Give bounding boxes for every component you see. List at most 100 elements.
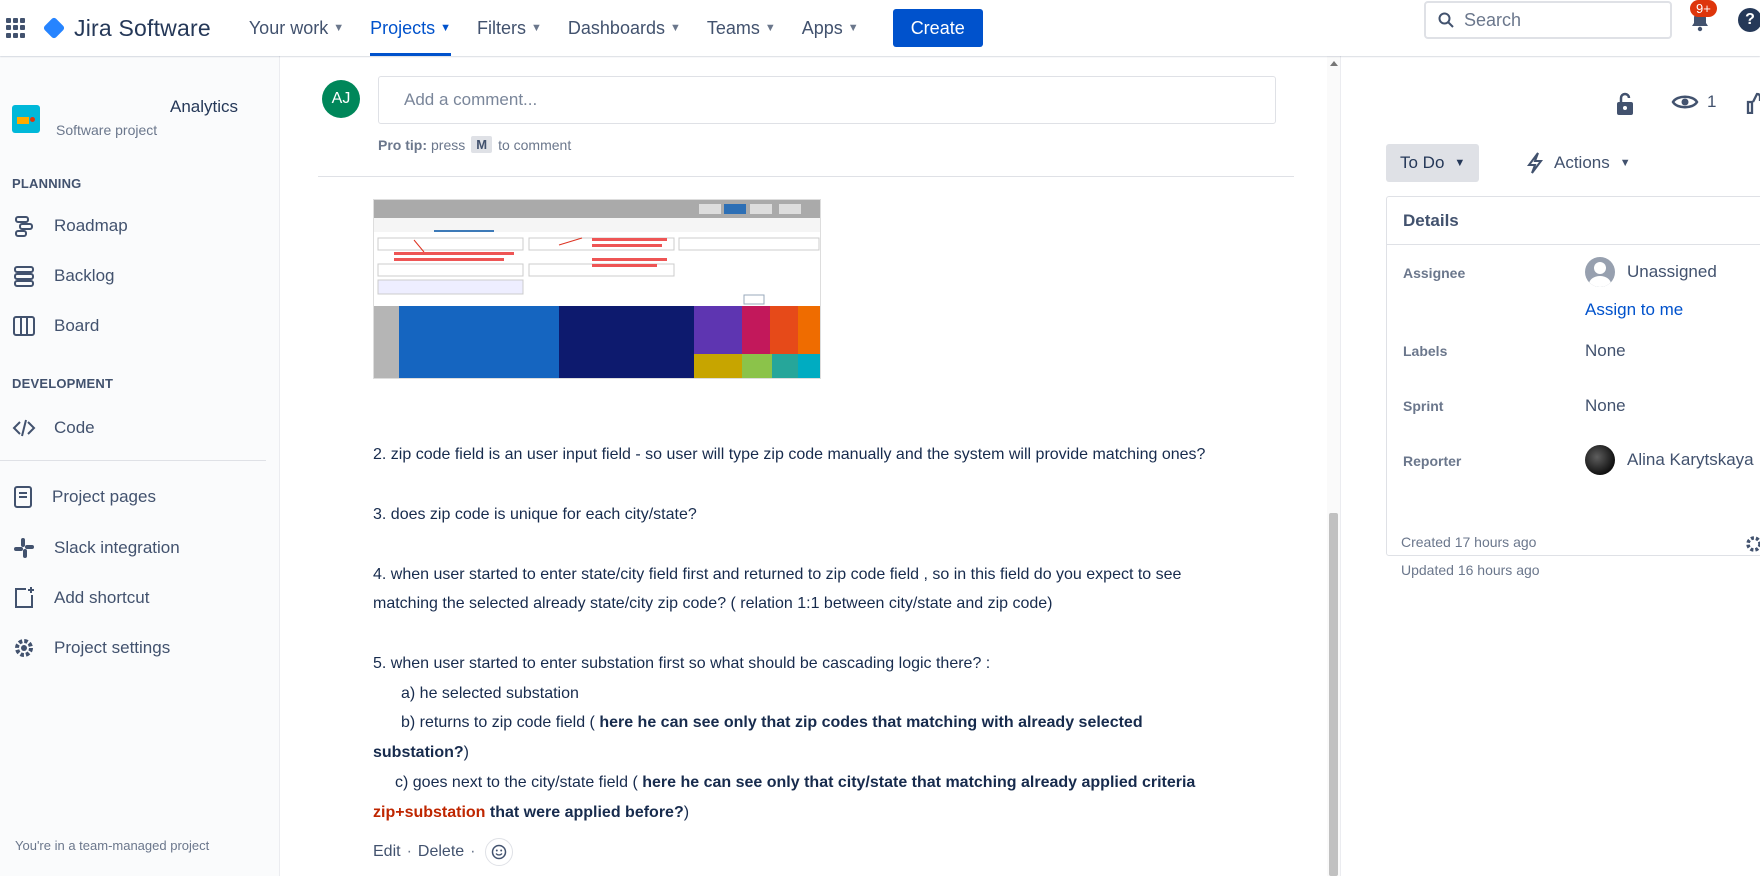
nav-dashboards[interactable]: Dashboards ▼: [558, 0, 691, 56]
sidebar-item-label: Add shortcut: [54, 588, 150, 607]
attached-screenshot-image[interactable]: [373, 199, 821, 379]
reporter-label: Reporter: [1403, 453, 1462, 469]
nav-teams[interactable]: Teams ▼: [697, 0, 786, 56]
sidebar-item-project-settings[interactable]: Project settings: [12, 636, 170, 660]
chevron-down-icon: ▼: [1454, 157, 1466, 169]
nav-apps[interactable]: Apps ▼: [792, 0, 869, 56]
chevron-down-icon: ▼: [531, 22, 542, 34]
create-button[interactable]: Create: [892, 9, 983, 47]
sprint-label: Sprint: [1403, 398, 1444, 414]
nav-filters[interactable]: Filters ▼: [467, 0, 552, 56]
labels-field[interactable]: None: [1585, 341, 1626, 361]
sprint-field[interactable]: None: [1585, 396, 1626, 416]
unassigned-avatar-icon: [1585, 257, 1615, 287]
edit-comment-link[interactable]: Edit: [373, 843, 401, 861]
assignee-label: Assignee: [1403, 265, 1466, 281]
backlog-icon: [14, 266, 34, 287]
nav-projects[interactable]: Projects ▼: [360, 0, 461, 56]
development-heading: DEVELOPMENT: [12, 376, 114, 391]
comment-actions: Edit · Delete ·: [373, 838, 514, 866]
details-section: Details Assignee Unassigned Assign to me…: [1386, 196, 1760, 556]
board-icon: [13, 316, 35, 336]
search-input[interactable]: [1464, 9, 1654, 31]
sidebar-item-code[interactable]: Code: [12, 416, 95, 440]
configure-gear-icon[interactable]: [1744, 534, 1760, 554]
sidebar-item-slack[interactable]: Slack integration: [12, 536, 180, 560]
jira-logo[interactable]: Jira Software: [42, 14, 211, 42]
actions-dropdown[interactable]: Actions ▼: [1526, 144, 1631, 182]
issue-details-panel: 1 To Do ▼ Actions ▼ Details Assignee Unass…: [1340, 56, 1760, 876]
shortcut-key: M: [471, 136, 493, 153]
sidebar-item-label: Roadmap: [54, 216, 128, 235]
reporter-avatar: [1585, 445, 1615, 475]
status-dropdown[interactable]: To Do ▼: [1386, 144, 1480, 182]
main-scrollbar[interactable]: [1327, 56, 1340, 876]
scroll-up-arrow-icon[interactable]: [1330, 61, 1338, 66]
sidebar-item-backlog[interactable]: Backlog: [12, 264, 114, 288]
search-icon: [1438, 12, 1454, 28]
slack-icon: [14, 538, 34, 558]
screenshot-thumbnail: [374, 200, 820, 378]
updated-timestamp: Updated 16 hours ago: [1401, 562, 1540, 578]
question-5b-line-1: b) returns to zip code field ( here he c…: [401, 714, 1143, 731]
search-box[interactable]: [1424, 1, 1672, 39]
page-icon: [14, 486, 32, 508]
gear-icon: [15, 639, 33, 657]
sidebar-item-label: Slack integration: [54, 538, 180, 557]
reporter-field[interactable]: Alina Karytskaya: [1585, 445, 1754, 475]
question-5b-line-2: substation?): [373, 744, 469, 761]
sidebar-divider: [0, 460, 266, 461]
question-3: 3. does zip code is unique for each city…: [373, 506, 697, 523]
labels-label: Labels: [1403, 343, 1448, 359]
smiley-icon: [492, 844, 507, 860]
planning-heading: PLANNING: [12, 176, 82, 191]
chevron-down-icon: ▼: [847, 22, 859, 34]
roadmap-icon: [15, 216, 33, 237]
project-name[interactable]: Analytics: [170, 97, 238, 117]
question-5c-line-2: zip+substation that were applied before?…: [373, 804, 690, 821]
jira-diamond-icon: [42, 16, 66, 40]
sidebar-item-roadmap[interactable]: Roadmap: [12, 214, 128, 238]
app-switcher-icon[interactable]: [6, 18, 26, 38]
issue-activity: AJ Pro tip: press M to comment: [280, 56, 1340, 876]
sidebar-item-label: Code: [54, 418, 95, 437]
chevron-down-icon: ▼: [333, 22, 345, 34]
eye-icon: [1671, 95, 1699, 109]
nav-your-work[interactable]: Your work ▼: [239, 0, 354, 56]
unlock-icon: [1617, 92, 1633, 115]
pro-tip: Pro tip: press M to comment: [378, 136, 572, 153]
team-managed-note: You're in a team-managed project: [15, 838, 210, 853]
chevron-down-icon: ▼: [764, 22, 776, 34]
watchers-button[interactable]: 1: [1671, 92, 1716, 112]
avatar[interactable]: AJ: [322, 80, 360, 118]
question-4-line-1: 4. when user started to enter state/city…: [373, 566, 1182, 583]
sidebar-item-label: Project settings: [54, 638, 171, 657]
chevron-down-icon: ▼: [440, 22, 452, 34]
code-icon: [12, 419, 36, 437]
created-timestamp: Created 17 hours ago: [1401, 534, 1537, 550]
scroll-thumb[interactable]: [1329, 513, 1338, 876]
product-name: Jira Software: [74, 14, 211, 41]
project-avatar[interactable]: [12, 105, 40, 133]
question-2: 2. zip code field is an user input field…: [373, 446, 1206, 463]
sidebar-item-add-shortcut[interactable]: Add shortcut: [12, 586, 149, 610]
lock-button[interactable]: [1614, 92, 1636, 116]
like-button[interactable]: [1746, 92, 1760, 114]
sidebar-item-board[interactable]: Board: [12, 314, 99, 338]
assign-to-me-link[interactable]: Assign to me: [1585, 300, 1683, 320]
add-reaction-button[interactable]: [485, 838, 514, 866]
notifications-badge[interactable]: 9+: [1690, 0, 1717, 17]
top-navigation: Jira Software Your work ▼ Projects ▼ Filte…: [0, 0, 1760, 56]
assignee-field[interactable]: Unassigned: [1585, 257, 1717, 287]
chevron-down-icon: ▼: [669, 22, 681, 34]
sidebar-item-label: Backlog: [54, 266, 115, 285]
sidebar-item-project-pages[interactable]: Project pages: [12, 485, 156, 509]
thumbs-up-icon: [1746, 92, 1760, 114]
question-5c-line-1: c) goes next to the city/state field ( h…: [395, 774, 1196, 791]
details-heading[interactable]: Details: [1387, 197, 1760, 245]
project-sidebar: Analytics Software project PLANNING Road…: [0, 56, 280, 876]
add-comment-input[interactable]: [378, 76, 1276, 124]
watchers-count: 1: [1707, 92, 1717, 111]
delete-comment-link[interactable]: Delete: [418, 843, 464, 861]
help-icon[interactable]: ?: [1738, 8, 1760, 32]
